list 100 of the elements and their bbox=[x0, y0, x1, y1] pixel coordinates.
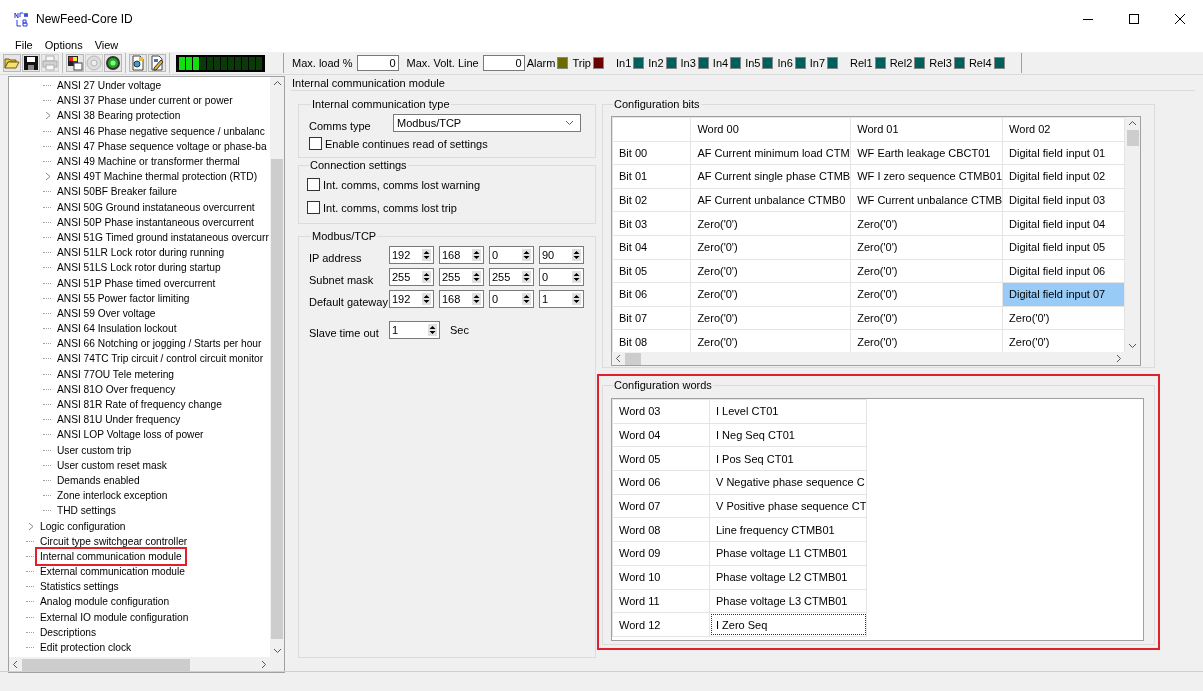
table-cell[interactable]: Zero('0') bbox=[690, 282, 851, 307]
vertical-scrollbar[interactable] bbox=[270, 77, 284, 657]
chevron-icon[interactable] bbox=[43, 172, 53, 182]
table-cell[interactable]: Digital field input 03 bbox=[1002, 188, 1125, 212]
row-header[interactable]: Bit 06 bbox=[612, 282, 691, 307]
row-header[interactable]: Bit 03 bbox=[612, 211, 691, 236]
tree-item[interactable]: Analog module configuration bbox=[39, 596, 171, 608]
tree-item[interactable]: ANSI 81O Over frequency bbox=[56, 383, 177, 395]
table-cell[interactable]: V Negative phase sequence C bbox=[709, 470, 867, 495]
row-header[interactable]: Bit 01 bbox=[612, 164, 691, 189]
spin-arrows-icon[interactable] bbox=[472, 271, 481, 283]
table-cell[interactable]: WF Current unbalance CTMB bbox=[850, 188, 1003, 212]
row-header[interactable]: Word 10 bbox=[612, 565, 710, 589]
spin-arrows-icon[interactable] bbox=[522, 271, 531, 283]
spin-box[interactable]: 0 bbox=[489, 290, 534, 308]
table-cell[interactable]: Zero('0') bbox=[690, 235, 851, 260]
table-cell[interactable]: Zero('0') bbox=[1002, 306, 1125, 330]
tree-item[interactable]: ANSI 49T Machine thermal protection (RTD) bbox=[56, 171, 259, 183]
table-cell[interactable]: Zero('0') bbox=[850, 282, 1003, 307]
tree-item[interactable]: ANSI 50G Ground instataneous overcurrent bbox=[56, 201, 256, 213]
row-header[interactable]: Bit 05 bbox=[612, 259, 691, 283]
tree-item[interactable]: ANSI 50P Phase instantaneous overcurrent bbox=[56, 216, 255, 228]
chevron-icon[interactable] bbox=[43, 111, 53, 121]
table-cell[interactable]: Digital field input 07 bbox=[1002, 282, 1125, 307]
scroll-thumb[interactable] bbox=[22, 658, 190, 671]
tree-item[interactable]: ANSI 47 Phase sequence voltage or phase-ba bbox=[56, 140, 268, 152]
tree-item[interactable]: ANSI 74TC Trip circuit / control circuit monitor bbox=[56, 353, 265, 365]
tree-item[interactable]: ANSI 38 Bearing protection bbox=[56, 110, 182, 122]
tree-item[interactable]: ANSI 81R Rate of frequency change bbox=[56, 399, 223, 411]
spin-box[interactable]: 192 bbox=[389, 246, 434, 264]
tree-item[interactable]: ANSI 51P Phase timed overcurrent bbox=[56, 277, 217, 289]
spin-box[interactable]: 168 bbox=[439, 290, 484, 308]
scroll-thumb[interactable] bbox=[1126, 130, 1139, 146]
tree-item[interactable]: ANSI 27 Under voltage bbox=[56, 80, 163, 92]
spin-arrows-icon[interactable] bbox=[422, 271, 431, 283]
table-cell[interactable]: Line frequency CTMB01 bbox=[709, 517, 867, 542]
row-header[interactable]: Word 06 bbox=[612, 470, 710, 495]
table-cell[interactable]: AF Current unbalance CTMB0 bbox=[690, 188, 851, 212]
spin-box[interactable]: 1 bbox=[389, 321, 440, 339]
spin-box[interactable]: 0 bbox=[489, 246, 534, 264]
table-cell[interactable]: Digital field input 01 bbox=[1002, 141, 1125, 165]
table-cell[interactable]: Phase voltage L2 CTMB01 bbox=[709, 565, 867, 589]
tree-item[interactable]: ANSI 49 Machine or transformer thermal bbox=[56, 156, 241, 168]
tree-item[interactable]: User custom reset mask bbox=[56, 459, 168, 471]
tree-item[interactable]: ANSI 59 Over voltage bbox=[56, 307, 157, 319]
value-field[interactable]: 0 bbox=[482, 55, 525, 71]
table-cell[interactable]: AF Current minimum load CTM bbox=[690, 141, 851, 165]
row-header[interactable]: Word 12 bbox=[612, 612, 710, 637]
checkbox[interactable] bbox=[309, 137, 322, 150]
menu-item[interactable]: View bbox=[94, 39, 119, 51]
tree-item[interactable]: ANSI 50BF Breaker failure bbox=[56, 186, 179, 198]
spin-arrows-icon[interactable] bbox=[428, 324, 437, 336]
tree-item[interactable]: Demands enabled bbox=[56, 474, 141, 486]
row-header[interactable]: Word 05 bbox=[612, 446, 710, 471]
table-cell[interactable]: WF Earth leakage CBCT01 bbox=[850, 141, 1003, 165]
row-header[interactable]: Bit 04 bbox=[612, 235, 691, 260]
tree-item[interactable]: THD settings bbox=[56, 505, 117, 517]
table-cell[interactable]: Zero('0') bbox=[850, 306, 1003, 330]
toolbar-button[interactable] bbox=[66, 54, 84, 72]
tree-item[interactable]: ANSI 37 Phase under current or power bbox=[56, 95, 234, 107]
tree-item[interactable]: Edit protection clock bbox=[39, 642, 133, 654]
row-header[interactable]: Word 08 bbox=[612, 517, 710, 542]
tree-item[interactable]: ANSI 66 Notching or jogging / Starts per hour bbox=[56, 338, 263, 350]
table-cell[interactable]: Zero('0') bbox=[850, 259, 1003, 283]
spin-arrows-icon[interactable] bbox=[472, 249, 481, 261]
tree-item[interactable]: ANSI 77OU Tele metering bbox=[56, 368, 176, 380]
row-header[interactable]: Word 09 bbox=[612, 541, 710, 566]
spin-box[interactable]: 192 bbox=[389, 290, 434, 308]
value-field[interactable]: 0 bbox=[356, 55, 399, 71]
spin-arrows-icon[interactable] bbox=[572, 271, 581, 283]
row-header[interactable]: Word 03 bbox=[612, 399, 710, 424]
table-cell[interactable]: Phase voltage L3 CTMB01 bbox=[709, 589, 867, 613]
tree-item[interactable]: Logic configuration bbox=[39, 520, 127, 532]
table-cell[interactable]: I Zero Seq bbox=[709, 612, 867, 637]
row-header[interactable]: Word 07 bbox=[612, 494, 710, 518]
table-cell[interactable]: WF I zero sequence CTMB01 bbox=[850, 164, 1003, 189]
tree-item[interactable]: Zone interlock exception bbox=[56, 490, 169, 502]
spin-arrows-icon[interactable] bbox=[422, 293, 431, 305]
scroll-thumb[interactable] bbox=[625, 352, 641, 365]
tree-item[interactable]: ANSI 51LR Lock rotor during running bbox=[56, 247, 226, 259]
spin-arrows-icon[interactable] bbox=[422, 249, 431, 261]
table-cell[interactable]: Zero('0') bbox=[690, 306, 851, 330]
column-header[interactable]: Word 00 bbox=[690, 117, 851, 142]
menu-item[interactable]: Options bbox=[44, 39, 83, 51]
tree-item[interactable]: Circuit type switchgear controller bbox=[39, 535, 189, 547]
spin-box[interactable]: 255 bbox=[389, 268, 434, 286]
table-cell[interactable]: I Level CT01 bbox=[709, 399, 867, 424]
table-cell[interactable]: I Neg Seq CT01 bbox=[709, 423, 867, 447]
row-header[interactable]: Bit 02 bbox=[612, 188, 691, 212]
toolbar-button[interactable] bbox=[129, 54, 147, 72]
spin-arrows-icon[interactable] bbox=[572, 249, 581, 261]
table-cell[interactable]: I Pos Seq CT01 bbox=[709, 446, 867, 471]
table-cell[interactable]: Digital field input 04 bbox=[1002, 211, 1125, 236]
table-cell[interactable]: AF Current single phase CTMB bbox=[690, 164, 851, 189]
tree-item[interactable]: ANSI 81U Under frequency bbox=[56, 414, 182, 426]
table-cell[interactable]: Digital field input 05 bbox=[1002, 235, 1125, 260]
tree-item[interactable]: User custom trip bbox=[56, 444, 133, 456]
tree-item[interactable]: Descriptions bbox=[39, 626, 98, 638]
spin-box[interactable]: 90 bbox=[539, 246, 584, 264]
horizontal-scrollbar[interactable] bbox=[612, 352, 1125, 365]
